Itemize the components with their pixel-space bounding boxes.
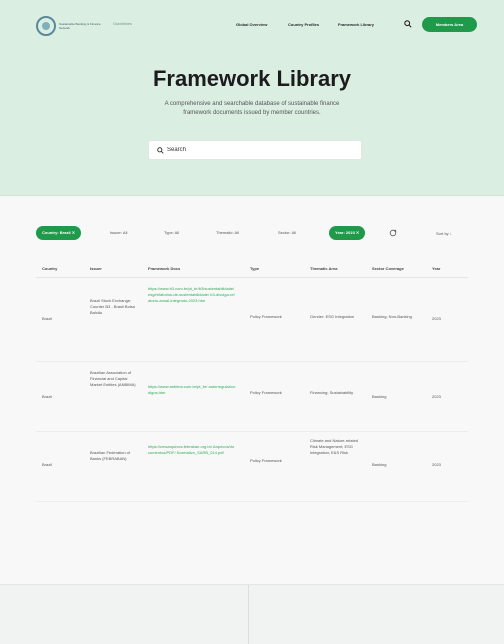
filter-country[interactable]: Country: Brazil ✕ (36, 226, 82, 240)
cell-thematic: Gender; ESG Integration (310, 314, 355, 319)
cell-sector: Banking; Non-Banking (372, 314, 412, 319)
cell-sector: Banking (372, 394, 387, 399)
column-header-framework-docs[interactable]: Framework Docs (148, 266, 180, 271)
filter-type[interactable]: Type: All (158, 226, 185, 240)
filter-issuer[interactable]: Issuer: All (104, 226, 133, 240)
logo-subtitle: Guidelines (113, 21, 132, 26)
column-header-type[interactable]: Type (250, 266, 259, 271)
logo[interactable]: Sustainable Banking & Finance Network (36, 14, 106, 38)
cell-thematic: Financing; Sustainability (310, 390, 354, 395)
cell-country: Brazil (42, 394, 53, 399)
cell-country: Brazil (42, 316, 53, 321)
table-header: Country Issuer Framework Docs Type Thema… (36, 260, 468, 278)
hero-section: Sustainable Banking & Finance Network Gu… (0, 0, 504, 196)
search-bar[interactable] (148, 140, 362, 160)
nav-link-framework-library[interactable]: Framework Library (338, 22, 374, 27)
cell-type: Policy Framework (250, 458, 282, 463)
cell-sector: Banking (372, 462, 387, 467)
page-description: A comprehensive and searchable database … (164, 101, 340, 116)
cell-thematic: Climate and Nature-related Risk Manageme… (310, 438, 359, 455)
filter-thematic[interactable]: Thematic: All (210, 226, 245, 240)
cell-year: 2023 (432, 394, 441, 399)
search-input[interactable] (167, 147, 347, 153)
logo-icon (36, 16, 56, 36)
column-header-sector-coverage[interactable]: Sector Coverage (372, 266, 404, 271)
cell-framework-link[interactable]: https://cmsarquivos.febraban.org.br/ Arq… (148, 444, 236, 456)
cell-issuer: Brazil Stock Exchange; Counter B3 - Bras… (90, 298, 135, 315)
refresh-icon[interactable] (389, 229, 397, 237)
cell-country: Brazil (42, 462, 53, 467)
top-nav: Sustainable Banking & Finance Network Gu… (0, 12, 504, 40)
table-row: Brazil Brazilian Association of Financia… (36, 362, 468, 432)
table-row: Brazil Brazilian Federation of Banks (FE… (36, 432, 468, 502)
nav-link-global-overview[interactable]: Global Overview (236, 22, 267, 27)
column-header-country[interactable]: Country (42, 266, 57, 271)
filter-sector[interactable]: Sector: All (272, 226, 302, 240)
table-row: Brazil Brazil Stock Exchange; Counter B3… (36, 278, 468, 362)
cell-framework-link[interactable]: https://www.b3.com.br/pt_br/b3/sustentab… (148, 286, 236, 304)
cell-type: Policy Framework (250, 390, 282, 395)
cell-year: 2023 (432, 316, 441, 321)
search-icon[interactable] (404, 20, 412, 28)
page-title: Framework Library (152, 66, 352, 91)
column-header-issuer[interactable]: Issuer (90, 266, 102, 271)
column-header-year[interactable]: Year (432, 266, 440, 271)
cell-issuer: Brazilian Federation of Banks (FEBRABAN) (90, 450, 131, 461)
members-area-button[interactable]: Members Area (422, 17, 477, 32)
footer (0, 584, 504, 644)
filter-bar: Country: Brazil ✕ Issuer: All Type: All … (0, 222, 504, 242)
cell-type: Policy Framework (250, 314, 282, 319)
search-icon (157, 146, 164, 154)
cell-framework-link[interactable]: https://www.anbima.com.br/pt_br/ autorre… (148, 384, 236, 396)
cell-year: 2023 (432, 462, 441, 467)
sort-control[interactable]: Sort by ↓ (436, 231, 452, 236)
logo-text: Sustainable Banking & Finance Network (59, 22, 101, 30)
cell-issuer: Brazilian Association of Financial and C… (90, 370, 136, 387)
footer-divider (248, 585, 249, 644)
column-header-thematic-area[interactable]: Thematic Area (310, 266, 337, 271)
nav-link-country-profiles[interactable]: Country Profiles (288, 22, 319, 27)
filter-year[interactable]: Year: 2023 ✕ (329, 226, 366, 240)
